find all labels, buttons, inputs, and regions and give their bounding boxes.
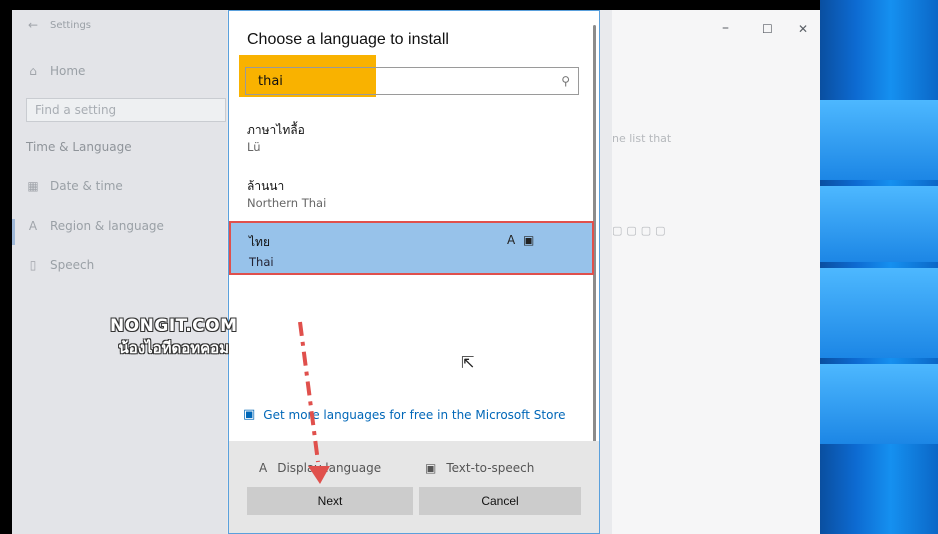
- arrow-shaft: [298, 321, 320, 463]
- watermark-line2: น้องไอทีดอทคอม: [118, 339, 230, 357]
- mouse-cursor-icon: ⇱: [461, 353, 475, 372]
- screenshot-frame: ← Settings ⌂ Home Find a setting Time & …: [0, 0, 938, 534]
- annotation-arrow: [298, 321, 330, 484]
- arrow-head: [308, 466, 330, 484]
- watermark-line1: NONGIT.COM: [110, 316, 238, 336]
- watermark: NONGIT.COM น้องไอทีดอทคอม: [110, 316, 238, 360]
